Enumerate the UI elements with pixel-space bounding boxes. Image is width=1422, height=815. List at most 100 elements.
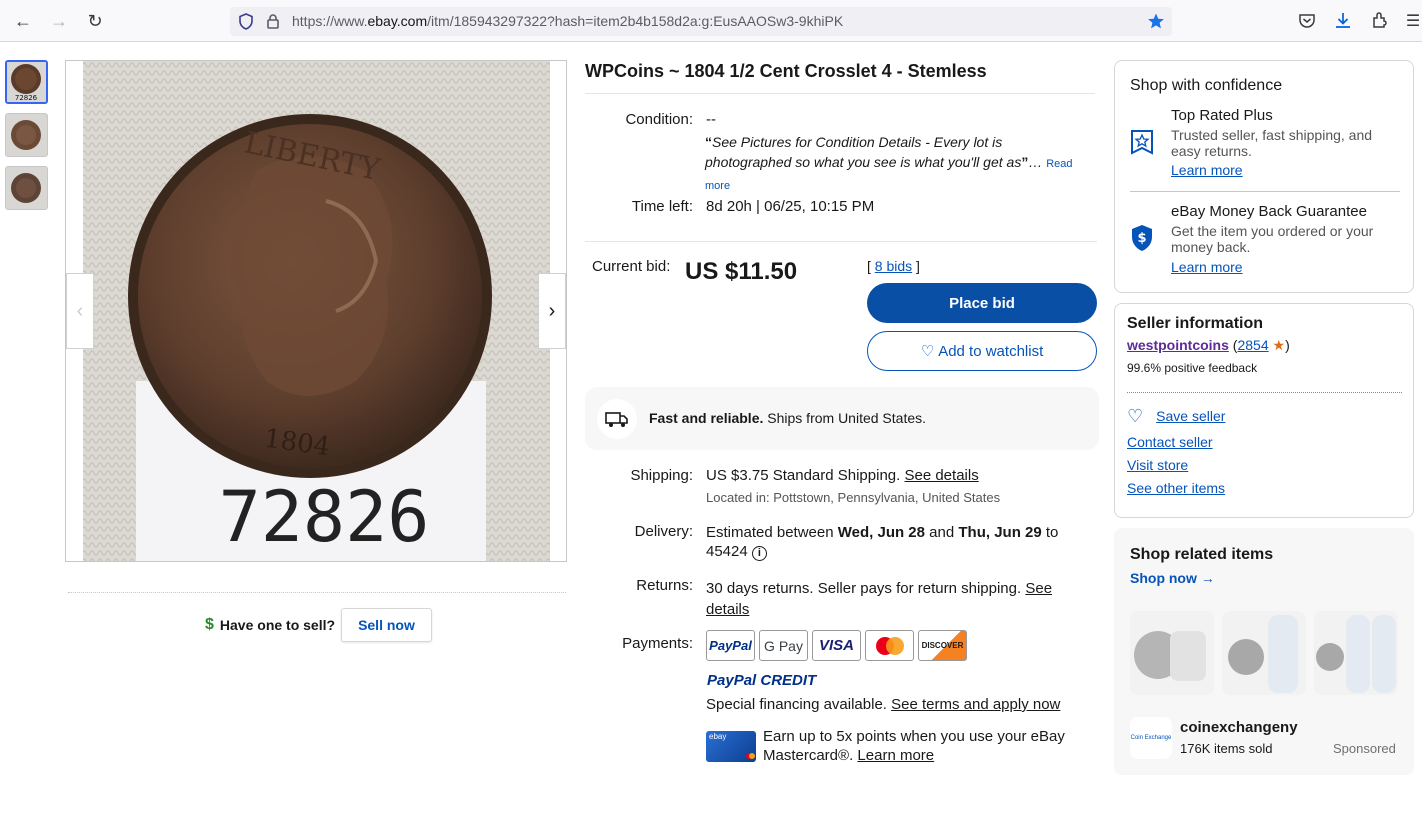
related-title: Shop related items xyxy=(1130,546,1274,563)
current-bid-label: Current bid: xyxy=(592,258,671,275)
price: US $11.50 xyxy=(685,258,798,285)
discover-logo: DISCOVER xyxy=(918,630,967,661)
positive-feedback: 99.6% positive feedback xyxy=(1127,361,1258,375)
money-back-learn-more-link[interactable]: Learn more xyxy=(1171,259,1243,275)
time-left-value: 8d 20h | 06/25, 10:15 PM xyxy=(706,198,875,215)
store-logo[interactable]: Coin Exchange xyxy=(1130,717,1172,759)
time-left-label: Time left: xyxy=(631,198,693,215)
arrow-right-icon: → xyxy=(1200,570,1215,586)
coin-thumbnail-image xyxy=(6,114,47,156)
divider xyxy=(1130,191,1400,192)
info-icon[interactable]: i xyxy=(751,546,767,561)
see-other-items-link[interactable]: See other items xyxy=(1127,480,1225,496)
thumbnail-2[interactable] xyxy=(5,113,48,157)
coin-photo: LIBERTY 1804 72826 xyxy=(66,61,566,561)
mastercard-learn-more-link[interactable]: Learn more xyxy=(857,747,934,764)
url-text: https://www.ebay.com/itm/185943297322?ha… xyxy=(292,13,844,29)
related-item-image-1[interactable] xyxy=(1130,611,1214,695)
shield-icon[interactable] xyxy=(238,13,254,30)
coin-thumbnail-image: 72826 xyxy=(7,62,46,102)
related-item-image-2[interactable] xyxy=(1222,611,1306,695)
sponsored-label: Sponsored xyxy=(1333,741,1396,756)
lock-icon[interactable] xyxy=(266,13,280,30)
menu-icon[interactable]: ☰ xyxy=(1400,9,1422,33)
condition-note: “See Pictures for Condition Details - Ev… xyxy=(705,134,1073,192)
shipping-value: US $3.75 Standard Shipping. See details xyxy=(706,467,979,484)
seller-name-row: westpointcoins (2854 ★) xyxy=(1127,337,1290,353)
main-item-image[interactable]: LIBERTY 1804 72826 xyxy=(65,60,567,562)
top-rated-learn-more-link[interactable]: Learn more xyxy=(1171,162,1243,178)
money-back-desc: Get the item you ordered or your money b… xyxy=(1171,223,1374,255)
shipping-see-details-link[interactable]: See details xyxy=(904,467,978,484)
chevron-right-icon: › xyxy=(548,299,556,322)
shop-with-confidence-card: Shop with confidence Top Rated Plus Trus… xyxy=(1114,60,1414,293)
divider xyxy=(585,241,1097,242)
shipping-label: Shipping: xyxy=(630,467,693,484)
star-icon: ★ xyxy=(1272,337,1286,353)
bid-count: [ 8 bids ] xyxy=(867,258,920,274)
watchlist-label: Add to watchlist xyxy=(938,342,1044,360)
terms-apply-link[interactable]: See terms and apply now xyxy=(891,696,1060,713)
paypal-credit-logo: PayPal CREDIT xyxy=(707,672,817,689)
download-icon[interactable] xyxy=(1334,11,1352,29)
svg-text:72826: 72826 xyxy=(15,94,38,102)
browser-toolbar: ← → ↻ https://www.ebay.com/itm/185943297… xyxy=(0,0,1422,42)
visit-store-link[interactable]: Visit store xyxy=(1127,457,1188,473)
returns-value: 30 days returns. Seller pays for return … xyxy=(706,580,1053,618)
contact-seller-link[interactable]: Contact seller xyxy=(1127,434,1213,450)
divider xyxy=(585,93,1095,94)
divider xyxy=(68,592,566,593)
heart-icon: ♡ xyxy=(920,343,935,360)
delivery-value: Estimated between Wed, Jun 28 and Thu, J… xyxy=(706,524,1059,561)
mastercard-promo: Earn up to 5x points when you use your e… xyxy=(763,728,1065,764)
items-sold: 176K items sold xyxy=(1180,741,1273,756)
svg-text:72826: 72826 xyxy=(219,476,430,558)
money-back-shield-icon: $ xyxy=(1132,225,1152,251)
condition-value: -- xyxy=(706,111,716,128)
coin-thumbnail-image xyxy=(6,167,47,209)
seller-information-card: Seller information westpointcoins (2854 … xyxy=(1114,303,1414,518)
top-rated-badge-icon xyxy=(1131,130,1153,155)
shipping-banner: Fast and reliable. Ships from United Sta… xyxy=(585,387,1099,450)
shipping-banner-text: Fast and reliable. Ships from United Sta… xyxy=(649,410,927,426)
payments-label: Payments: xyxy=(622,635,693,652)
thumbnail-1[interactable]: 72826 xyxy=(5,60,48,104)
bids-link[interactable]: 8 bids xyxy=(875,258,912,274)
google-pay-logo: G Pay xyxy=(759,630,808,661)
fast-shipping-icon xyxy=(597,399,637,439)
returns-label: Returns: xyxy=(636,577,693,594)
save-seller-link[interactable]: Save seller xyxy=(1156,408,1225,424)
store-name[interactable]: coinexchangeny xyxy=(1180,719,1298,736)
add-to-watchlist-button[interactable]: ♡ Add to watchlist xyxy=(867,331,1097,371)
forward-icon[interactable]: → xyxy=(46,9,72,33)
financing-text: Special financing available. See terms a… xyxy=(706,696,1061,713)
money-back-title: eBay Money Back Guarantee xyxy=(1171,203,1367,220)
seller-info-title: Seller information xyxy=(1127,315,1264,332)
confidence-title: Shop with confidence xyxy=(1130,77,1283,94)
previous-image-button[interactable]: ‹ xyxy=(66,273,94,349)
pocket-icon[interactable] xyxy=(1298,12,1316,30)
thumbnail-3[interactable] xyxy=(5,166,48,210)
divider xyxy=(1127,392,1402,393)
next-image-button[interactable]: › xyxy=(538,273,566,349)
sell-now-button[interactable]: Sell now xyxy=(341,608,432,642)
visa-logo: VISA xyxy=(812,630,861,661)
bookmark-star-icon[interactable] xyxy=(1147,12,1165,30)
paypal-logo: PayPal xyxy=(706,630,755,661)
condition-label: Condition: xyxy=(625,111,693,128)
extensions-icon[interactable] xyxy=(1371,11,1389,29)
back-icon[interactable]: ← xyxy=(10,9,36,33)
mastercard-logo xyxy=(865,630,914,661)
shop-now-link[interactable]: Shop now → xyxy=(1130,570,1215,586)
feedback-score-link[interactable]: 2854 xyxy=(1237,337,1268,353)
delivery-label: Delivery: xyxy=(634,523,693,540)
place-bid-button[interactable]: Place bid xyxy=(867,283,1097,323)
save-seller-row[interactable]: ♡ Save seller xyxy=(1127,407,1225,425)
svg-text:$: $ xyxy=(1137,231,1146,246)
reload-icon[interactable]: ↻ xyxy=(82,9,108,33)
address-bar[interactable]: https://www.ebay.com/itm/185943297322?ha… xyxy=(230,7,1172,36)
related-item-image-3[interactable] xyxy=(1314,611,1398,695)
item-location: Located in: Pottstown, Pennsylvania, Uni… xyxy=(706,490,1001,505)
ebay-mastercard-image: ebay xyxy=(706,731,756,762)
seller-name-link[interactable]: westpointcoins xyxy=(1127,337,1229,353)
